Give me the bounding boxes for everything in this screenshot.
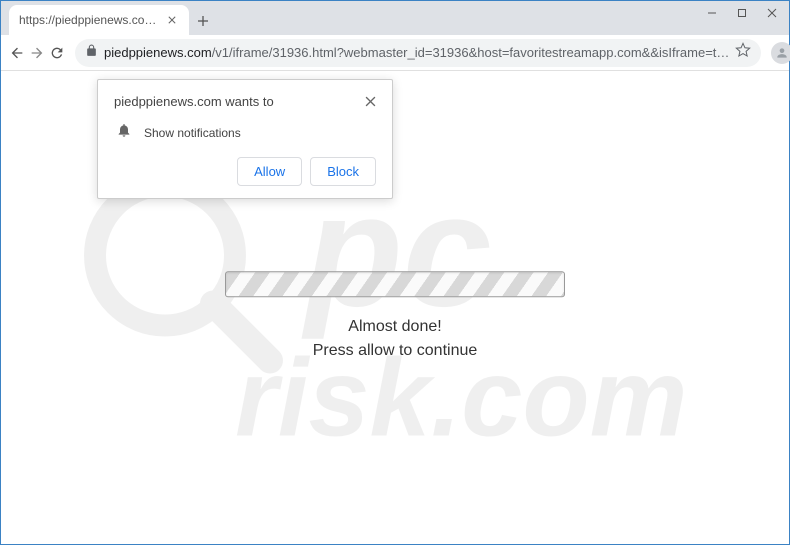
progress-bar [225,271,565,297]
bookmark-star-icon[interactable] [735,42,751,63]
minimize-button[interactable] [697,3,727,23]
profile-avatar[interactable] [771,39,790,67]
url-path: /v1/iframe/31936.html?webmaster_id=31936… [212,45,730,60]
maximize-button[interactable] [727,3,757,23]
block-button[interactable]: Block [310,157,376,186]
browser-tab[interactable]: https://piedppienews.com/v1/ifr… [9,5,189,35]
close-tab-icon[interactable] [165,13,179,27]
avatar-icon [771,42,790,64]
url-domain: piedppienews.com [104,45,212,60]
new-tab-button[interactable] [189,7,217,35]
bell-icon [116,122,132,143]
toolbar: piedppienews.com/v1/iframe/31936.html?we… [1,35,789,71]
url-text: piedppienews.com/v1/iframe/31936.html?we… [104,45,729,60]
close-window-button[interactable] [757,3,787,23]
notification-permission-dialog: piedppienews.com wants to Show notificat… [97,79,393,199]
window-controls [697,3,787,23]
forward-button[interactable] [29,39,45,67]
tab-title: https://piedppienews.com/v1/ifr… [19,13,165,27]
status-line-1: Almost done! [225,315,565,339]
page-center: Almost done! Press allow to continue [225,271,565,363]
allow-button[interactable]: Allow [237,157,302,186]
lock-icon [85,44,98,62]
address-bar[interactable]: piedppienews.com/v1/iframe/31936.html?we… [75,39,761,67]
reload-button[interactable] [49,39,65,67]
tab-strip: https://piedppienews.com/v1/ifr… [1,1,789,35]
permission-title: piedppienews.com wants to [114,94,274,109]
back-button[interactable] [9,39,25,67]
close-icon[interactable] [365,94,376,112]
permission-item-text: Show notifications [144,126,241,140]
status-line-2: Press allow to continue [225,339,565,363]
page-content: pc risk.com piedppienews.com wants to Sh… [1,71,789,544]
